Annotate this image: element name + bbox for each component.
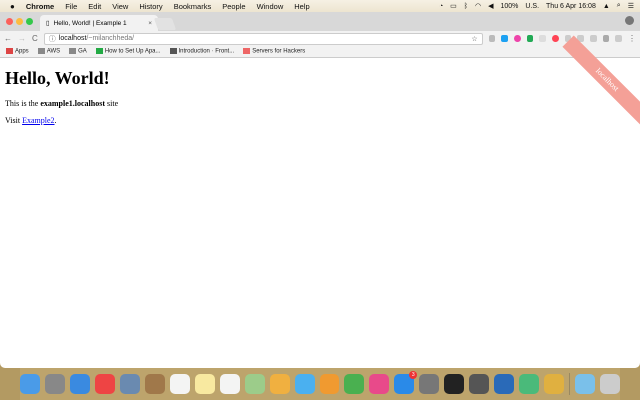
dock-terminal-icon[interactable] (444, 374, 464, 394)
page-heading: Hello, World! (5, 68, 635, 89)
dock-atom-icon[interactable] (519, 374, 539, 394)
menu-bookmarks[interactable]: Bookmarks (174, 2, 212, 11)
notification-center-icon[interactable]: ☰ (628, 2, 634, 10)
bookmark-ga[interactable]: GA (69, 48, 87, 55)
toolbar: ← → C ⓘ localhost/~milanchheda/ ☆ ⋮ (0, 31, 640, 46)
tab-close-icon[interactable]: × (148, 20, 152, 27)
dock-calendar-icon[interactable] (170, 374, 190, 394)
zoom-window-button[interactable] (26, 18, 33, 25)
site-favicon-icon (170, 48, 177, 54)
extension-icon[interactable] (489, 35, 496, 42)
dock-badge: 3 (409, 371, 417, 379)
menu-app-chrome[interactable]: Chrome (26, 2, 54, 11)
dock-maps-icon[interactable] (245, 374, 265, 394)
dock-itunes-icon[interactable] (369, 374, 389, 394)
new-tab-button[interactable] (154, 18, 176, 30)
time-machine-icon[interactable]: ◔ (439, 3, 443, 10)
dock: 3 (20, 368, 620, 400)
close-window-button[interactable] (6, 18, 13, 25)
battery-status[interactable]: 100% (501, 3, 519, 10)
browser-window: ▯ Hello, World! | Example 1 × ← → C ⓘ lo… (0, 12, 640, 368)
forward-button[interactable]: → (18, 34, 26, 43)
clock[interactable]: Thu 6 Apr 16:08 (546, 3, 596, 10)
dock-notes-icon[interactable] (195, 374, 215, 394)
address-bar[interactable]: ⓘ localhost/~milanchheda/ ☆ (44, 33, 483, 45)
menu-bar: ● Chrome File Edit View History Bookmark… (0, 0, 640, 12)
menu-edit[interactable]: Edit (88, 2, 101, 11)
dock-reminders-icon[interactable] (220, 374, 240, 394)
chrome-menu-icon[interactable]: ⋮ (628, 34, 636, 43)
site-name: example1.localhost (40, 99, 105, 108)
visit-line: Visit Example2. (5, 116, 635, 125)
tab-bar: ▯ Hello, World! | Example 1 × (0, 12, 640, 31)
dock-launchpad-icon[interactable] (45, 374, 65, 394)
minimize-window-button[interactable] (16, 18, 23, 25)
input-source[interactable]: U.S. (525, 3, 539, 10)
bookmark-apps[interactable]: Apps (6, 48, 29, 55)
site-favicon-icon (96, 48, 103, 54)
menu-history[interactable]: History (139, 2, 162, 11)
tab-title: Hello, World! | Example 1 (54, 20, 127, 27)
bookmark-apache[interactable]: How to Set Up Apa... (96, 48, 161, 55)
dock-numbers-icon[interactable] (344, 374, 364, 394)
bluetooth-icon[interactable]: ᛒ (464, 3, 468, 10)
bookmarks-bar: Apps AWS GA How to Set Up Apa... Introdu… (0, 46, 640, 58)
menu-people[interactable]: People (222, 2, 245, 11)
dock-safari-icon[interactable] (70, 374, 90, 394)
bookmark-introduction[interactable]: Introduction · Front... (170, 48, 235, 55)
menu-window[interactable]: Window (257, 2, 284, 11)
airplay-icon[interactable]: ▭ (450, 2, 457, 10)
dock-downloads-folder-icon[interactable] (575, 374, 595, 394)
site-description: This is the example1.localhost site (5, 99, 635, 108)
dock-preview-icon[interactable] (120, 374, 140, 394)
dock-trash-icon[interactable] (600, 374, 620, 394)
volume-icon[interactable]: ◀ (488, 2, 493, 10)
dock-photos-icon[interactable] (270, 374, 290, 394)
menu-help[interactable]: Help (294, 2, 309, 11)
folder-icon (38, 48, 45, 54)
extension-icon[interactable] (539, 35, 546, 42)
bookmark-servers-for-hackers[interactable]: Servers for Hackers (243, 48, 305, 55)
page-icon: ▯ (46, 19, 50, 27)
example2-link[interactable]: Example2 (22, 116, 54, 125)
extension-icon[interactable] (590, 35, 597, 42)
bw-extension-icon[interactable] (527, 35, 534, 42)
twitter-extension-icon[interactable] (501, 35, 508, 42)
url-path: /~milanchheda/ (86, 35, 134, 42)
site-favicon-icon (243, 48, 250, 54)
user-icon[interactable]: ▲ (603, 3, 610, 10)
bookmark-star-icon[interactable]: ☆ (471, 35, 477, 43)
dock-sublime-text-icon[interactable] (469, 374, 489, 394)
reload-button[interactable]: C (32, 34, 38, 43)
dock-finder-icon[interactable] (20, 374, 40, 394)
spotlight-icon[interactable]: ⌕ (617, 2, 621, 10)
cast-icon[interactable] (615, 35, 622, 42)
tab-active[interactable]: ▯ Hello, World! | Example 1 × (40, 15, 158, 31)
back-button[interactable]: ← (4, 34, 12, 43)
color-extension-icon[interactable] (514, 35, 521, 42)
profile-icon[interactable] (625, 16, 634, 25)
folder-icon (69, 48, 76, 54)
dock-separator (569, 373, 570, 395)
page-content: Hello, World! This is the example1.local… (0, 58, 640, 368)
extension-icon[interactable] (603, 35, 610, 42)
dock-app-store-icon[interactable]: 3 (394, 374, 414, 394)
extension-icon[interactable] (552, 35, 559, 42)
menu-file[interactable]: File (65, 2, 77, 11)
dock-chrome-icon[interactable] (95, 374, 115, 394)
dock-contacts-icon[interactable] (145, 374, 165, 394)
apps-grid-icon (6, 48, 13, 54)
dock-quicktime-icon[interactable] (494, 374, 514, 394)
bookmark-aws[interactable]: AWS (38, 48, 60, 55)
wifi-icon[interactable]: ◠ (475, 2, 481, 10)
url-host: localhost (59, 35, 87, 42)
dock-sequel-pro-icon[interactable] (544, 374, 564, 394)
info-icon[interactable]: ⓘ (49, 34, 56, 44)
dock-messages-icon[interactable] (295, 374, 315, 394)
dock-pages-icon[interactable] (320, 374, 340, 394)
dock-system-preferences-icon[interactable] (419, 374, 439, 394)
menu-view[interactable]: View (112, 2, 128, 11)
status-area: ◔ ▭ ᛒ ◠ ◀ 100% U.S. Thu 6 Apr 16:08 ▲ ⌕ … (439, 0, 634, 12)
apple-menu-icon[interactable]: ● (10, 2, 15, 11)
